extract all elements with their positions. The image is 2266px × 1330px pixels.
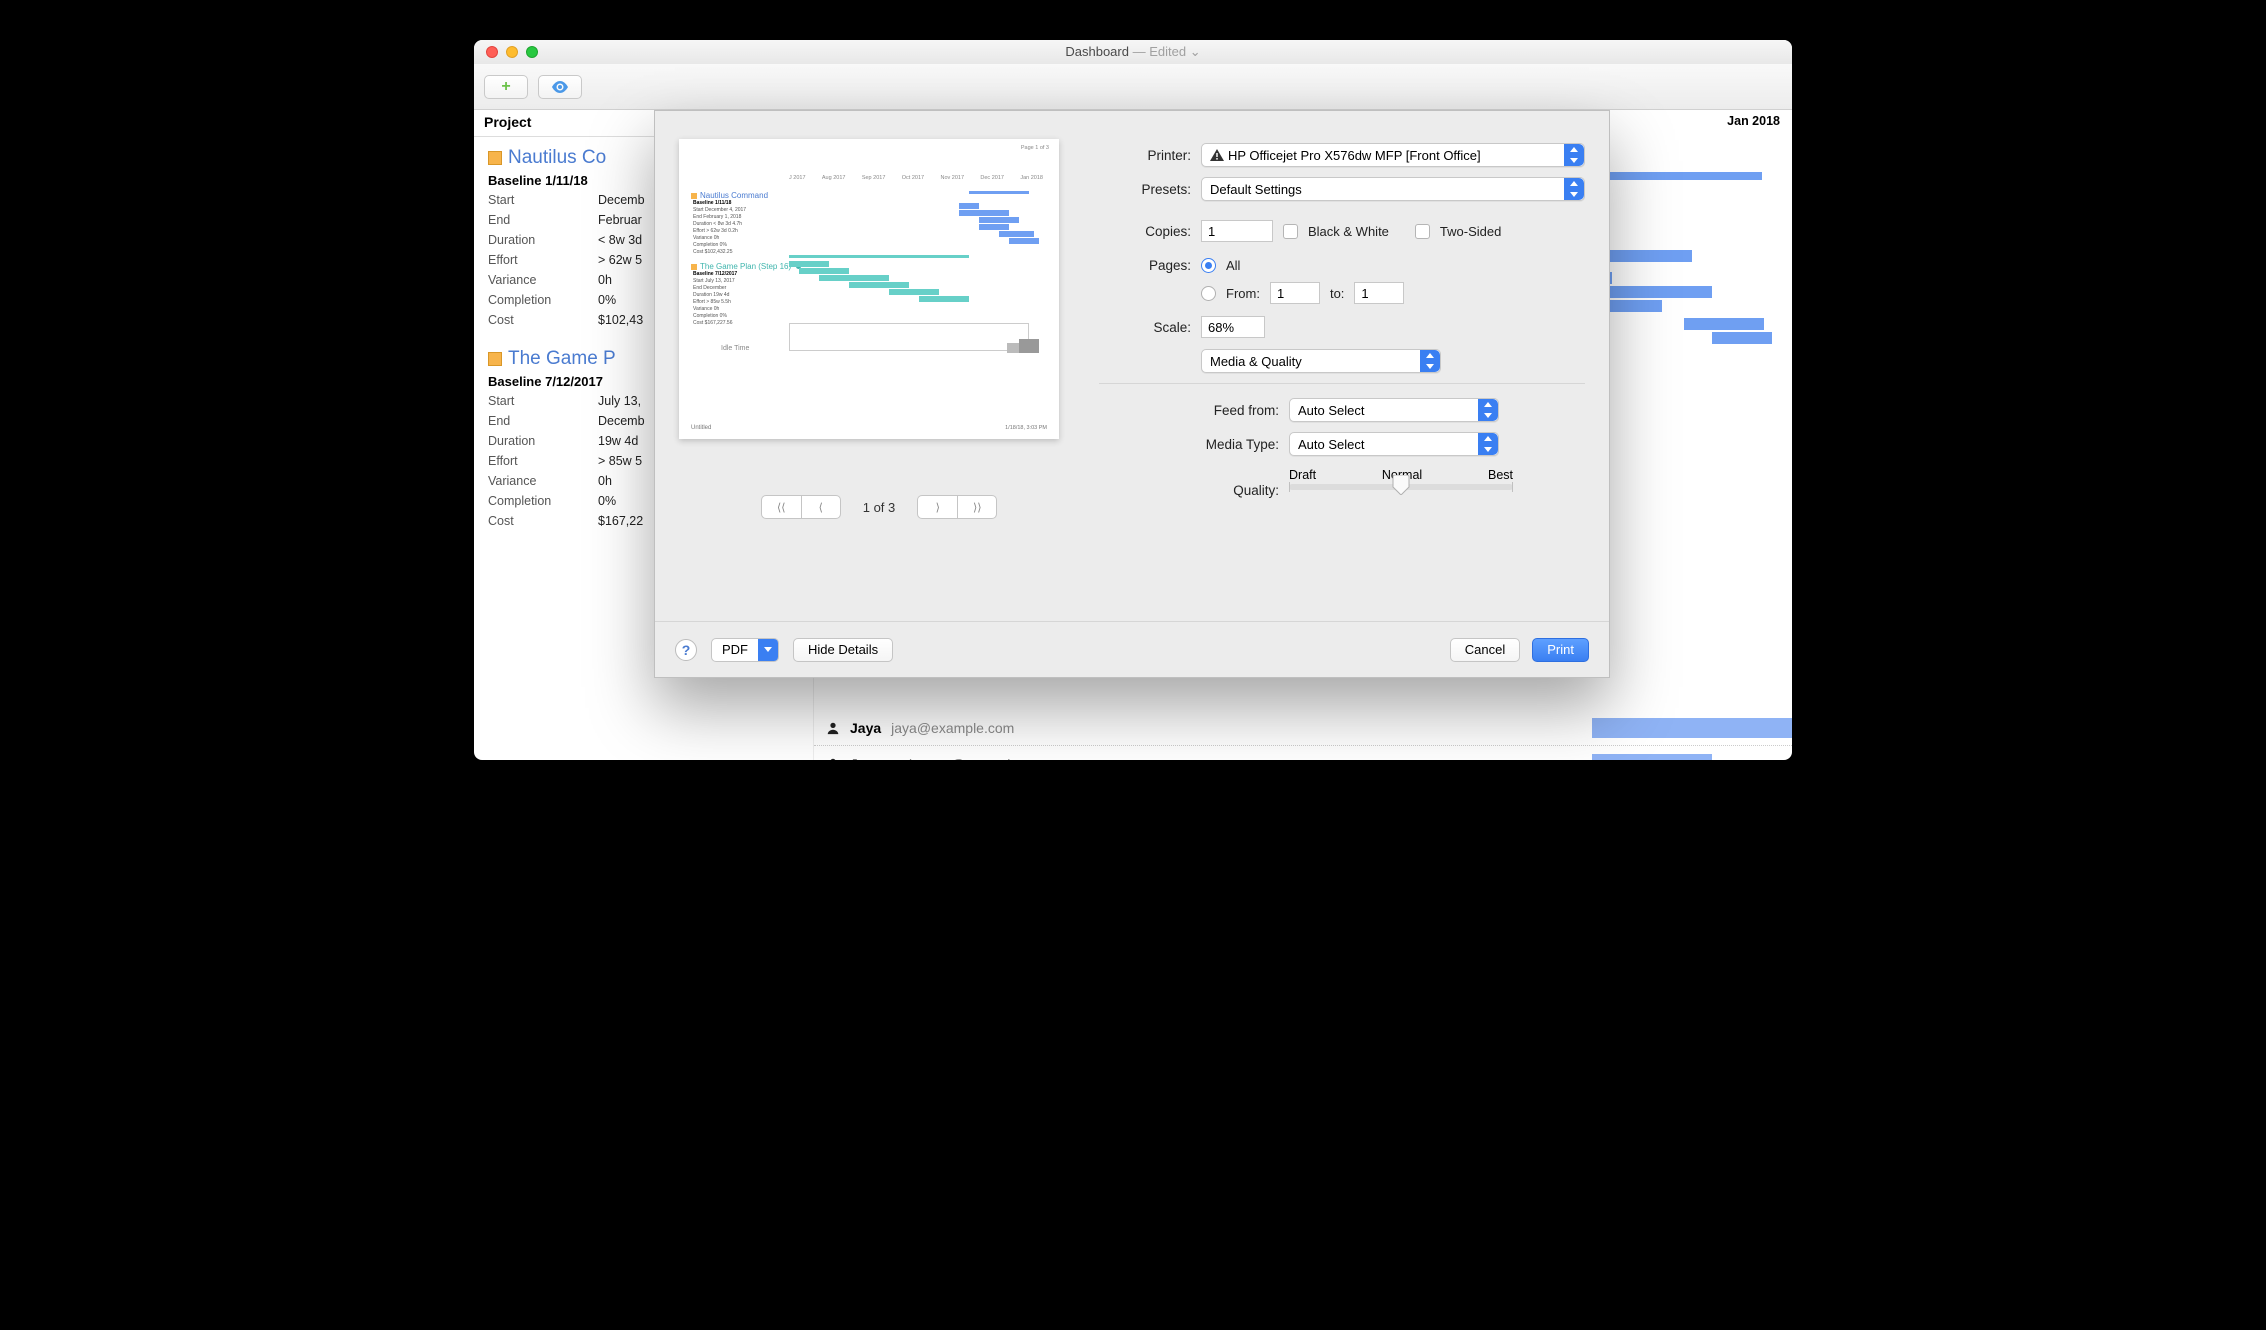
print-preview: Page 1 of 3 J 2017 Aug 2017 Sep 2017 Oct… — [679, 139, 1059, 439]
media-type-select[interactable]: Auto Select — [1289, 432, 1499, 456]
pages-to-label: to: — [1330, 286, 1344, 301]
scale-label: Scale: — [1099, 320, 1191, 335]
toolbar: + — [474, 64, 1792, 110]
person-icon — [826, 757, 840, 761]
twosided-checkbox[interactable] — [1415, 224, 1430, 239]
page-navigation: ⟨⟨ ⟨ 1 of 3 ⟩ ⟩⟩ — [679, 495, 1079, 519]
cancel-button[interactable]: Cancel — [1450, 638, 1520, 662]
project-icon — [488, 151, 502, 165]
chevron-down-icon — [758, 639, 778, 661]
preview-doc-title: Untitled — [691, 425, 711, 431]
pages-to-input[interactable] — [1354, 282, 1404, 304]
quality-label: Quality: — [1099, 483, 1279, 498]
printer-select[interactable]: HP Officejet Pro X576dw MFP [Front Offic… — [1201, 143, 1585, 167]
pdf-dropdown[interactable]: PDF — [711, 638, 779, 662]
bw-label: Black & White — [1308, 224, 1389, 239]
preview-timestamp: 1/18/18, 3:03 PM — [1005, 425, 1047, 431]
print-dialog: Page 1 of 3 J 2017 Aug 2017 Sep 2017 Oct… — [654, 110, 1610, 678]
last-page-btn[interactable]: ⟩⟩ — [957, 495, 997, 519]
presets-label: Presets: — [1099, 182, 1191, 197]
project-icon — [488, 352, 502, 366]
pages-from-input[interactable] — [1270, 282, 1320, 304]
pages-label: Pages: — [1099, 258, 1191, 273]
resource-row[interactable]: Jeremy jeremy@example.com — [814, 746, 1792, 760]
bw-checkbox[interactable] — [1283, 224, 1298, 239]
feed-from-select[interactable]: Auto Select — [1289, 398, 1499, 422]
first-page-btn[interactable]: ⟨⟨ — [761, 495, 801, 519]
print-button[interactable]: Print — [1532, 638, 1589, 662]
person-name: Jaya — [850, 720, 881, 736]
help-button[interactable]: ? — [675, 639, 697, 661]
divider — [1099, 383, 1585, 384]
warning-icon — [1210, 149, 1224, 161]
media-type-label: Media Type: — [1099, 437, 1279, 452]
person-email: jaya@example.com — [891, 720, 1014, 736]
pages-range-radio[interactable] — [1201, 286, 1216, 301]
timeline-month-label: Jan 2018 — [1727, 114, 1780, 128]
person-icon — [826, 721, 840, 735]
add-button[interactable]: + — [484, 75, 528, 99]
person-email: jeremy@example.com — [909, 756, 1048, 761]
quality-slider[interactable]: Draft Normal Best — [1289, 468, 1513, 498]
pages-all-radio[interactable] — [1201, 258, 1216, 273]
twosided-label: Two-Sided — [1440, 224, 1501, 239]
printer-label: Printer: — [1099, 148, 1191, 163]
titlebar: Dashboard — Edited ⌄ — [474, 40, 1792, 64]
app-window: Dashboard — Edited ⌄ + Project Nautilus … — [474, 40, 1792, 760]
window-title: Dashboard — [1065, 44, 1129, 59]
title-dropdown-icon[interactable]: ⌄ — [1190, 44, 1201, 59]
print-options-section-select[interactable]: Media & Quality — [1201, 349, 1441, 373]
prev-page-btn[interactable]: ⟨ — [801, 495, 841, 519]
pages-all-label: All — [1226, 258, 1240, 273]
next-page-btn[interactable]: ⟩ — [917, 495, 957, 519]
window-edited-indicator: — Edited — [1133, 44, 1186, 59]
copies-label: Copies: — [1099, 224, 1191, 239]
slider-thumb[interactable] — [1392, 475, 1410, 495]
preview-page-indicator: Page 1 of 3 — [1021, 145, 1049, 151]
pages-from-label: From: — [1226, 286, 1260, 301]
page-indicator: 1 of 3 — [863, 500, 896, 515]
presets-select[interactable]: Default Settings — [1201, 177, 1585, 201]
resource-row[interactable]: Jaya jaya@example.com — [814, 710, 1792, 746]
feed-from-label: Feed from: — [1099, 403, 1279, 418]
copies-input[interactable] — [1201, 220, 1273, 242]
view-button[interactable] — [538, 75, 582, 99]
person-name: Jeremy — [850, 756, 899, 761]
scale-input[interactable] — [1201, 316, 1265, 338]
hide-details-button[interactable]: Hide Details — [793, 638, 893, 662]
